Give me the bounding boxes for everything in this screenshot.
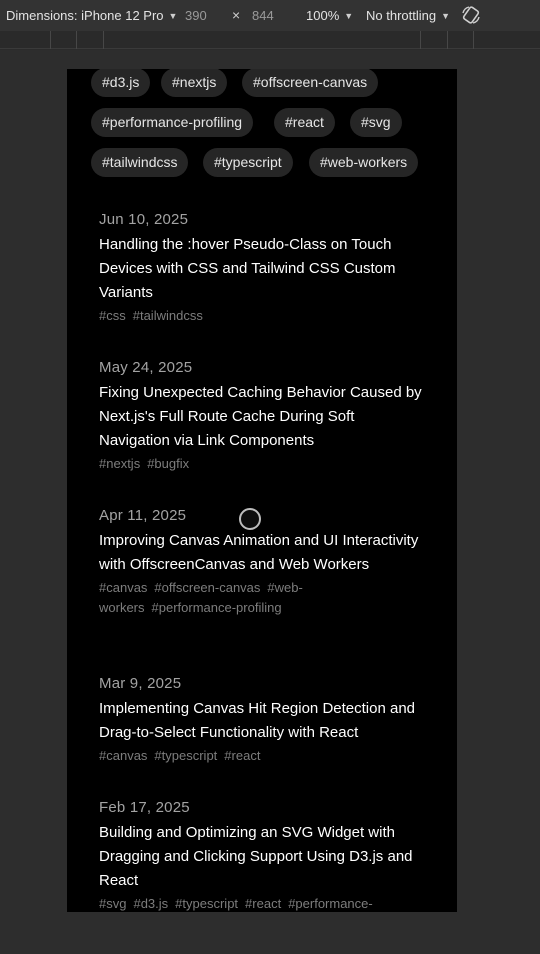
post-title-link[interactable]: Building and Optimizing an SVG Widget wi… (99, 821, 429, 893)
tag-pill[interactable]: #web-workers (309, 148, 419, 177)
chevron-down-icon: ▼ (441, 10, 451, 21)
post-tag-link[interactable]: #typescript (154, 748, 217, 763)
ruler-divider (473, 31, 474, 49)
ruler-divider (50, 31, 51, 49)
width-input[interactable]: 390 (185, 8, 207, 23)
devtools-device-toolbar: Dimensions: iPhone 12 Pro ▼ 390 × 844 10… (0, 0, 540, 31)
post-tags: #canvas #offscreen-canvas #web-workers #per… (99, 578, 429, 618)
device-dimensions-select[interactable]: Dimensions: iPhone 12 Pro ▼ (6, 8, 177, 23)
post-tag-link[interactable]: #offscreen-canvas (154, 580, 260, 595)
post-date: Feb 17, 2025 (99, 799, 190, 816)
post-tags: #nextjs #bugfix (99, 454, 429, 474)
post-list-item: Feb 17, 2025 Building and Optimizing an … (99, 798, 429, 912)
post-tag-link[interactable]: #d3.js (133, 896, 168, 911)
times-icon: × (232, 7, 241, 23)
tag-pill[interactable]: #nextjs (161, 69, 228, 97)
zoom-label: 100% (306, 8, 340, 23)
post-title-link[interactable]: Improving Canvas Animation and UI Intera… (99, 529, 429, 577)
post-date: Jun 10, 2025 (99, 211, 189, 228)
tag-pill[interactable]: #react (274, 108, 335, 137)
post-title-link[interactable]: Implementing Canvas Hit Region Detection… (99, 697, 429, 745)
device-dimensions-label: Dimensions: iPhone 12 Pro (6, 8, 164, 23)
post-tag-link[interactable]: #react (245, 896, 281, 911)
tag-pill[interactable]: #d3.js (91, 69, 151, 97)
throttling-select[interactable]: No throttling ▼ (366, 8, 450, 23)
post-tag-link[interactable]: #typescript (175, 896, 238, 911)
tag-pill[interactable]: #svg (350, 108, 402, 137)
rotate-device-icon[interactable] (461, 5, 481, 25)
post-tag-link[interactable]: #performance- (288, 896, 373, 911)
post-tag-link[interactable]: #css (99, 308, 126, 323)
post-tag-link[interactable]: #react (224, 748, 260, 763)
post-tag-link[interactable]: #tailwindcss (133, 308, 203, 323)
chevron-down-icon: ▼ (168, 10, 178, 21)
touch-cursor-icon (239, 508, 261, 530)
post-title-link[interactable]: Fixing Unexpected Caching Behavior Cause… (99, 381, 429, 453)
post-list-item: Jun 10, 2025 Handling the :hover Pseudo-… (99, 210, 429, 326)
post-tag-link[interactable]: #canvas (99, 580, 147, 595)
zoom-select[interactable]: 100% ▼ (306, 8, 353, 23)
ruler-divider (76, 31, 77, 49)
chevron-down-icon: ▼ (344, 10, 354, 21)
post-tags: #svg #d3.js #typescript #react #performance- (99, 894, 429, 912)
throttling-label: No throttling (366, 8, 437, 23)
post-date: Mar 9, 2025 (99, 675, 182, 692)
tag-pill[interactable]: #tailwindcss (91, 148, 189, 177)
post-date: May 24, 2025 (99, 359, 193, 376)
post-tag-link[interactable]: #nextjs (99, 456, 140, 471)
ruler-divider (420, 31, 421, 49)
ruler-divider (447, 31, 448, 49)
post-list-item: Apr 11, 2025 Improving Canvas Animation … (99, 506, 429, 618)
device-viewport: #d3.js #nextjs #offscreen-canvas #perfor… (67, 69, 457, 912)
post-tags: #css #tailwindcss (99, 306, 429, 326)
post-date: Apr 11, 2025 (99, 507, 187, 524)
post-tag-link[interactable]: #canvas (99, 748, 147, 763)
post-tag-link[interactable]: #bugfix (147, 456, 189, 471)
media-query-ruler[interactable] (0, 31, 540, 49)
post-list-item: May 24, 2025 Fixing Unexpected Caching B… (99, 358, 429, 474)
post-title-link[interactable]: Handling the :hover Pseudo-Class on Touc… (99, 233, 429, 305)
tag-pill[interactable]: #offscreen-canvas (242, 69, 379, 97)
ruler-divider (103, 31, 104, 49)
post-tag-link[interactable]: #performance-profiling (152, 600, 282, 615)
tag-pill[interactable]: #performance-profiling (91, 108, 254, 137)
post-list-item: Mar 9, 2025 Implementing Canvas Hit Regi… (99, 674, 429, 766)
tag-pill[interactable]: #typescript (203, 148, 293, 177)
height-input[interactable]: 844 (252, 8, 274, 23)
post-tags: #canvas #typescript #react (99, 746, 429, 766)
post-tag-link[interactable]: #svg (99, 896, 126, 911)
